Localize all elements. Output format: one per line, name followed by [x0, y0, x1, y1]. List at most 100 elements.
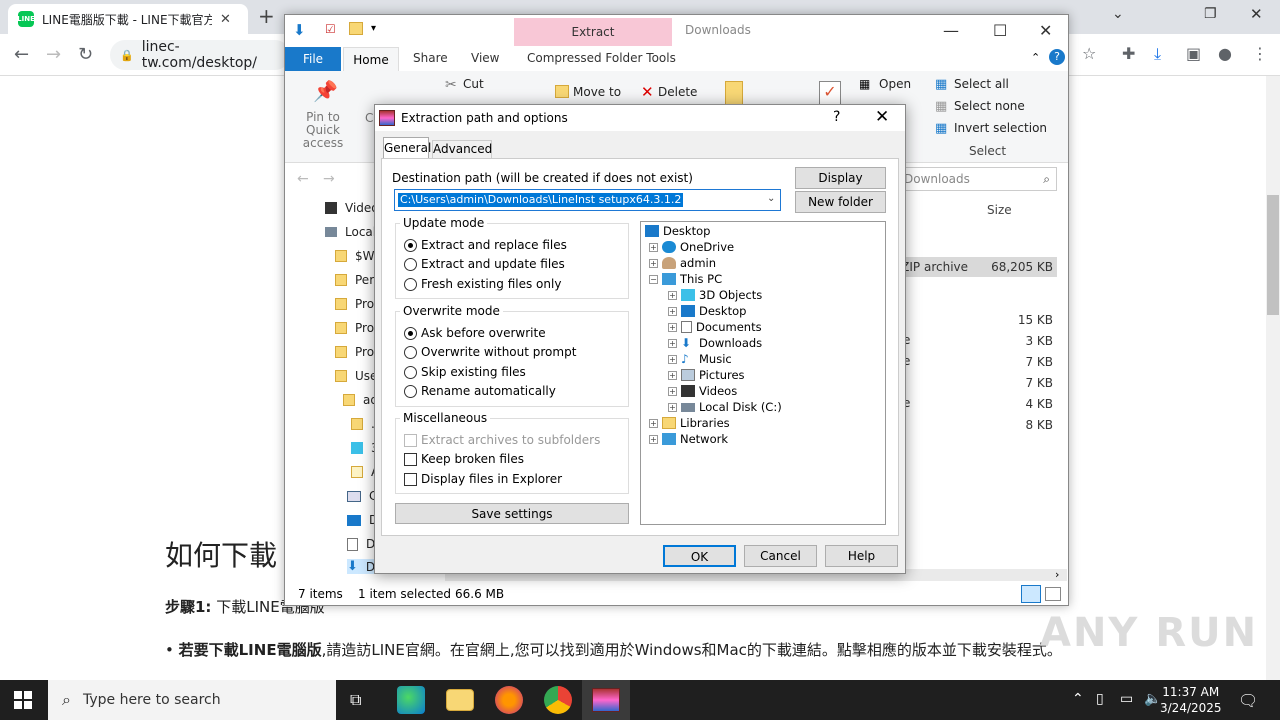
- maximize-icon[interactable]: ☐: [993, 21, 1007, 40]
- tree-node-music[interactable]: + ♪ Music: [668, 352, 732, 366]
- nav-item[interactable]: C: [347, 489, 377, 503]
- radio-selected-icon[interactable]: [404, 238, 417, 252]
- tab-advanced[interactable]: Advanced: [432, 140, 492, 159]
- display-button[interactable]: Display: [795, 167, 886, 189]
- explorer-search-input[interactable]: Downloads ⌕: [897, 167, 1057, 191]
- system-clock[interactable]: 11:37 AM 3/24/2025: [1160, 684, 1222, 716]
- dialog-help-icon[interactable]: ?: [833, 109, 840, 125]
- scroll-right-icon[interactable]: ›: [1055, 568, 1059, 581]
- new-folder-button[interactable]: New folder: [795, 191, 886, 213]
- expand-icon[interactable]: +: [649, 258, 658, 268]
- expand-icon[interactable]: +: [668, 306, 677, 316]
- expand-icon[interactable]: +: [668, 386, 677, 396]
- volume-icon[interactable]: 🔈: [1144, 691, 1161, 707]
- radio-rename-automatically[interactable]: Rename automatically: [404, 384, 556, 398]
- tab-compressed-folder-tools[interactable]: Compressed Folder Tools: [527, 51, 676, 65]
- checkbox-icon[interactable]: [404, 472, 417, 486]
- browser-tab[interactable]: LINE LINE電腦版下載 - LINE下載官方 ✕: [8, 4, 248, 34]
- save-settings-button[interactable]: Save settings: [395, 503, 629, 524]
- expand-icon[interactable]: +: [668, 290, 677, 300]
- radio-skip-existing[interactable]: Skip existing files: [404, 365, 526, 379]
- radio-selected-icon[interactable]: [404, 326, 417, 340]
- chevron-down-icon[interactable]: ⌄: [767, 193, 775, 204]
- site-info-icon[interactable]: 🔒: [120, 49, 134, 62]
- properties-icon[interactable]: ☑: [325, 22, 336, 36]
- radio-icon[interactable]: [404, 257, 417, 271]
- invert-selection-button[interactable]: Invert selection: [954, 121, 1047, 135]
- edge-icon[interactable]: [397, 686, 425, 714]
- tree-node-desktop[interactable]: Desktop: [645, 224, 710, 238]
- pin-quick-access-button[interactable]: Pin to Quick access: [291, 111, 355, 150]
- new-tab-button[interactable]: +: [258, 4, 275, 28]
- tree-node-local-disk[interactable]: + Local Disk (C:): [668, 400, 782, 414]
- nav-item[interactable]: D: [347, 537, 375, 551]
- tree-node-desktop-pc[interactable]: + Desktop: [668, 304, 746, 318]
- extract-contextual-tab[interactable]: Extract: [514, 18, 672, 46]
- expand-icon[interactable]: +: [668, 322, 677, 332]
- destination-path-value[interactable]: C:\Users\admin\Downloads\LineInst setupx…: [398, 193, 684, 207]
- cut-button[interactable]: Cut: [463, 77, 484, 91]
- tree-node-onedrive[interactable]: + OneDrive: [649, 240, 734, 254]
- battery-icon[interactable]: ▯: [1096, 691, 1104, 707]
- page-scrollbar[interactable]: [1266, 76, 1280, 680]
- tree-node-libraries[interactable]: + Libraries: [649, 416, 730, 430]
- tree-node-3d-objects[interactable]: +3D Objects: [668, 288, 762, 302]
- tree-node-videos[interactable]: + Videos: [668, 384, 737, 398]
- close-icon[interactable]: ✕: [1039, 21, 1052, 40]
- tree-node-admin[interactable]: + admin: [649, 256, 716, 270]
- checkbox-keep-broken[interactable]: Keep broken files: [404, 452, 524, 466]
- tab-close-icon[interactable]: ✕: [220, 12, 231, 27]
- help-button[interactable]: Help: [825, 545, 898, 567]
- move-to-button[interactable]: Move to: [573, 85, 621, 99]
- expand-icon[interactable]: +: [668, 338, 677, 348]
- open-button[interactable]: Open: [879, 77, 911, 91]
- bookmark-star-icon[interactable]: ☆: [1082, 44, 1096, 63]
- tab-file[interactable]: File: [285, 47, 341, 71]
- download-icon[interactable]: ⤓: [1154, 44, 1161, 64]
- profile-icon[interactable]: ●: [1218, 44, 1232, 63]
- dialog-close-icon[interactable]: ✕: [875, 107, 889, 127]
- cancel-button[interactable]: Cancel: [744, 545, 817, 567]
- url-field[interactable]: 🔒 linec-tw.com/desktop/: [110, 39, 290, 71]
- menu-icon[interactable]: ⋮: [1252, 44, 1268, 63]
- expand-icon[interactable]: +: [668, 402, 677, 412]
- select-none-button[interactable]: Select none: [954, 99, 1025, 113]
- radio-ask-before-overwrite[interactable]: Ask before overwrite: [404, 326, 546, 340]
- nav-folder-admin[interactable]: ad: [343, 393, 378, 407]
- explorer-forward-icon[interactable]: →: [323, 171, 335, 187]
- show-hidden-icons-icon[interactable]: ⌃: [1072, 691, 1084, 707]
- ok-button[interactable]: OK: [663, 545, 736, 567]
- notifications-icon[interactable]: 🗨: [1238, 691, 1258, 710]
- tab-search-icon[interactable]: ⌄: [1112, 6, 1124, 22]
- tab-home[interactable]: Home: [343, 47, 399, 71]
- expand-icon[interactable]: +: [649, 434, 658, 444]
- radio-icon[interactable]: [404, 365, 417, 379]
- taskbar-search-box[interactable]: ⌕ Type here to search: [48, 680, 336, 720]
- task-view-icon[interactable]: ⧉: [350, 690, 361, 710]
- tree-node-downloads[interactable]: + ⬇ Downloads: [668, 336, 762, 350]
- nav-folder[interactable]: Perf: [335, 273, 378, 287]
- tree-node-documents[interactable]: + Documents: [668, 320, 762, 334]
- size-column-header[interactable]: Size: [987, 203, 1012, 217]
- help-icon[interactable]: ?: [1049, 49, 1065, 65]
- checkbox-icon[interactable]: [404, 452, 417, 466]
- expand-icon[interactable]: +: [668, 354, 677, 364]
- browser-close-icon[interactable]: ✕: [1250, 5, 1263, 23]
- network-tray-icon[interactable]: ▭: [1120, 691, 1133, 707]
- chrome-icon[interactable]: [544, 686, 572, 714]
- tree-node-this-pc[interactable]: − This PC: [649, 272, 722, 286]
- large-icons-view-icon[interactable]: [1045, 587, 1061, 601]
- new-folder-large-icon[interactable]: [725, 81, 743, 105]
- selected-file-row[interactable]: R ZIP archive 68,205 KB: [885, 257, 1057, 277]
- ribbon-collapse-icon[interactable]: ⌃: [1031, 51, 1040, 64]
- radio-icon[interactable]: [404, 345, 417, 359]
- restore-icon[interactable]: ❐: [1204, 6, 1217, 22]
- expand-icon[interactable]: +: [649, 418, 658, 428]
- reload-button[interactable]: ↻: [78, 44, 93, 65]
- back-button[interactable]: ←: [14, 44, 29, 65]
- details-view-icon[interactable]: [1021, 585, 1041, 603]
- radio-fresh-existing[interactable]: Fresh existing files only: [404, 277, 561, 291]
- destination-path-combo[interactable]: C:\Users\admin\Downloads\LineInst setupx…: [394, 189, 781, 211]
- tab-general[interactable]: General: [383, 137, 431, 159]
- expand-icon[interactable]: +: [668, 370, 677, 380]
